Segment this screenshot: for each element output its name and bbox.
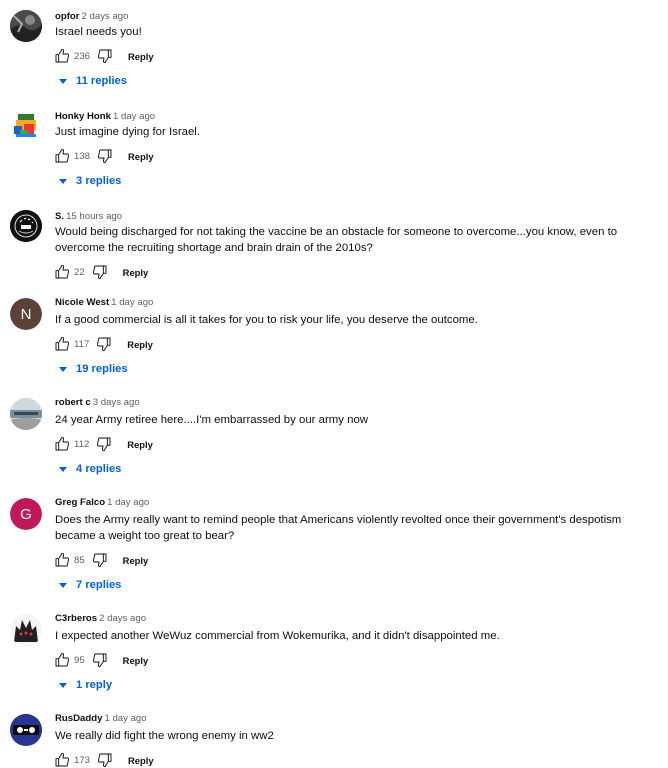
caret-down-icon	[59, 682, 67, 688]
comment-text: Would being discharged for not taking th…	[55, 226, 618, 254]
comment-text: If a good commercial is all it takes for…	[55, 314, 478, 326]
avatar-letter: G	[20, 505, 32, 523]
avatar[interactable]	[10, 614, 42, 646]
dislike-icon[interactable]	[96, 147, 114, 165]
comment-timestamp[interactable]: 3 days ago	[93, 397, 140, 408]
avatar[interactable]: N	[10, 298, 42, 330]
replies-count: 1 reply	[76, 679, 113, 691]
like-icon[interactable]	[53, 263, 71, 281]
replies-count: 3 replies	[76, 175, 122, 187]
comment-text: Just imagine dying for Israel.	[55, 126, 200, 138]
like-icon[interactable]	[53, 47, 71, 65]
replies-count: 7 replies	[76, 579, 122, 591]
avatar[interactable]	[10, 398, 42, 430]
reply-button[interactable]: Reply	[128, 51, 154, 62]
comment-author[interactable]: RusDaddy	[55, 713, 102, 724]
replies-count: 19 replies	[76, 363, 128, 375]
view-replies-button[interactable]: 1 reply	[59, 676, 112, 694]
comment-timestamp[interactable]: 1 day ago	[107, 497, 149, 508]
avatar[interactable]	[10, 210, 42, 242]
comment-author[interactable]: Nicole West	[55, 297, 109, 308]
like-count: 138	[74, 150, 91, 162]
reply-button[interactable]: Reply	[123, 555, 149, 566]
dislike-icon[interactable]	[96, 751, 114, 768]
like-count: 117	[74, 338, 90, 350]
dislike-icon[interactable]	[96, 47, 114, 65]
dislike-icon[interactable]	[95, 435, 113, 453]
like-count: 22	[74, 266, 85, 278]
view-replies-button[interactable]: 3 replies	[59, 172, 121, 190]
view-replies-button[interactable]: 4 replies	[59, 460, 121, 478]
like-count: 173	[74, 754, 91, 766]
comment-timestamp[interactable]: 1 day ago	[113, 111, 155, 122]
dislike-icon[interactable]	[91, 651, 109, 669]
like-count: 85	[74, 554, 85, 566]
comment-author[interactable]: C3rberos	[55, 613, 97, 624]
replies-count: 4 replies	[76, 463, 122, 475]
avatar[interactable]	[10, 714, 42, 746]
like-count: 95	[74, 654, 85, 666]
view-replies-button[interactable]: 19 replies	[59, 360, 128, 378]
dislike-icon[interactable]	[95, 335, 113, 353]
like-count: 112	[74, 438, 90, 450]
comment-text: I expected another WeWuz commercial from…	[55, 630, 500, 642]
caret-down-icon	[59, 366, 67, 372]
like-icon[interactable]	[53, 551, 71, 569]
comment-timestamp[interactable]: 1 day ago	[104, 713, 146, 724]
comment-timestamp[interactable]: 15 hours ago	[66, 211, 122, 222]
replies-count: 11 replies	[76, 75, 128, 87]
comment-timestamp[interactable]: 1 day ago	[111, 297, 153, 308]
reply-button[interactable]: Reply	[127, 339, 153, 350]
like-icon[interactable]	[53, 651, 71, 669]
view-replies-button[interactable]: 7 replies	[59, 576, 121, 594]
comment-timestamp[interactable]: 2 days ago	[82, 11, 129, 22]
view-replies-button[interactable]: 11 replies	[59, 72, 127, 90]
comment-author[interactable]: Greg Falco	[55, 497, 105, 508]
reply-button[interactable]: Reply	[123, 655, 149, 666]
comment-timestamp[interactable]: 2 days ago	[99, 613, 146, 624]
comment-author[interactable]: S.	[55, 211, 64, 222]
like-icon[interactable]	[53, 751, 71, 768]
avatar[interactable]: G	[10, 498, 42, 530]
dislike-icon[interactable]	[91, 551, 109, 569]
like-icon[interactable]	[53, 435, 71, 453]
caret-down-icon	[59, 78, 67, 84]
caret-down-icon	[59, 178, 67, 184]
avatar[interactable]	[10, 110, 42, 142]
comment-author[interactable]: opfor	[55, 11, 80, 22]
comment-text: 24 year Army retiree here....I'm embarra…	[55, 414, 369, 426]
avatar[interactable]	[10, 10, 42, 42]
comment-text: Israel needs you!	[55, 26, 142, 38]
like-count: 236	[74, 50, 91, 62]
reply-button[interactable]: Reply	[127, 439, 153, 450]
reply-button[interactable]: Reply	[123, 267, 149, 278]
reply-button[interactable]: Reply	[128, 151, 154, 162]
avatar-letter: N	[20, 305, 32, 323]
like-icon[interactable]	[53, 335, 71, 353]
caret-down-icon	[59, 582, 67, 588]
comment-author[interactable]: robert c	[55, 397, 91, 408]
comment-text: We really did fight the wrong enemy in w…	[55, 730, 274, 742]
reply-button[interactable]: Reply	[128, 755, 154, 766]
dislike-icon[interactable]	[91, 263, 109, 281]
caret-down-icon	[59, 466, 67, 472]
like-icon[interactable]	[53, 147, 71, 165]
comment-author[interactable]: Honky Honk	[55, 111, 111, 122]
comment-text: Does the Army really want to remind peop…	[55, 514, 622, 542]
